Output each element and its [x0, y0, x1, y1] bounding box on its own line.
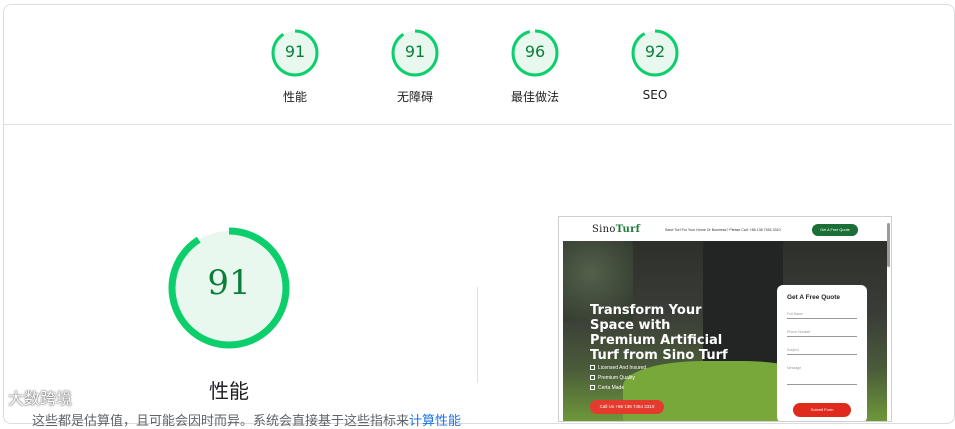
hero-title: Transform Your Space with Premium Artifi…	[590, 303, 728, 363]
calc-link[interactable]: 计算性能	[409, 414, 461, 429]
score-gauge-best-practices[interactable]: 96 最佳做法	[490, 28, 580, 105]
final-screenshot-thumbnail: SinoTurf Sand Turf For Your Home Or Busi…	[558, 216, 892, 422]
score-label: 性能	[282, 90, 307, 104]
checkbox-icon	[590, 385, 595, 390]
score-label: SEO	[642, 88, 668, 102]
score-gauge-performance[interactable]: 91 性能	[250, 28, 340, 105]
score-label: 无障碍	[396, 90, 433, 104]
site-hero: Transform Your Space with Premium Artifi…	[563, 241, 887, 421]
estimate-note: 这些都是估算值，且可能会因时而异。系统会直接基于这些指标来计算性能	[32, 414, 462, 429]
quote-form: Get A Free Quote Full Name Phone Number …	[777, 285, 867, 421]
form-field: Phone Number	[787, 327, 857, 337]
score-value: 96	[524, 42, 546, 61]
quote-form-title: Get A Free Quote	[787, 294, 840, 301]
hero-feature: Certa Made	[590, 385, 624, 391]
performance-title: 性能	[209, 379, 249, 403]
report-panel: 91 性能 91 无障碍 96 最佳做法 92 SEO 91 性能 SinoTu…	[3, 4, 955, 429]
score-gauge-seo[interactable]: 92 SEO	[610, 28, 700, 102]
section-divider	[477, 287, 478, 383]
watermark-logo: 大数跨境	[8, 389, 73, 408]
hero-call-button: Call Us +86 138 7454 3310	[590, 400, 664, 414]
performance-score-value: 91	[207, 263, 251, 303]
checkbox-icon	[590, 365, 595, 370]
scrollbar	[887, 223, 890, 267]
form-field: Message	[787, 363, 857, 385]
site-logo: SinoTurf	[592, 224, 641, 235]
score-summary-bar: 91 性能 91 无障碍 96 最佳做法 92 SEO	[4, 5, 952, 125]
score-label: 最佳做法	[510, 90, 559, 104]
nav-quote-button: Get A Free Quote	[812, 224, 858, 236]
form-field: Full Name	[787, 309, 857, 319]
form-field: Subject	[787, 345, 857, 355]
form-submit-button: Submit Form	[793, 403, 851, 417]
score-value: 92	[644, 42, 666, 61]
score-value: 91	[404, 42, 426, 61]
score-value: 91	[284, 42, 306, 61]
nav-contact-text: Sand Turf For Your Home Or Business? Ple…	[665, 228, 781, 232]
site-nav: SinoTurf Sand Turf For Your Home Or Busi…	[559, 217, 891, 241]
checkbox-icon	[590, 375, 595, 380]
score-gauge-accessibility[interactable]: 91 无障碍	[370, 28, 460, 105]
hero-feature: Licensed And Insured	[590, 365, 646, 371]
hero-feature: Premium Quality	[590, 375, 635, 381]
performance-score-gauge: 91	[164, 223, 294, 358]
